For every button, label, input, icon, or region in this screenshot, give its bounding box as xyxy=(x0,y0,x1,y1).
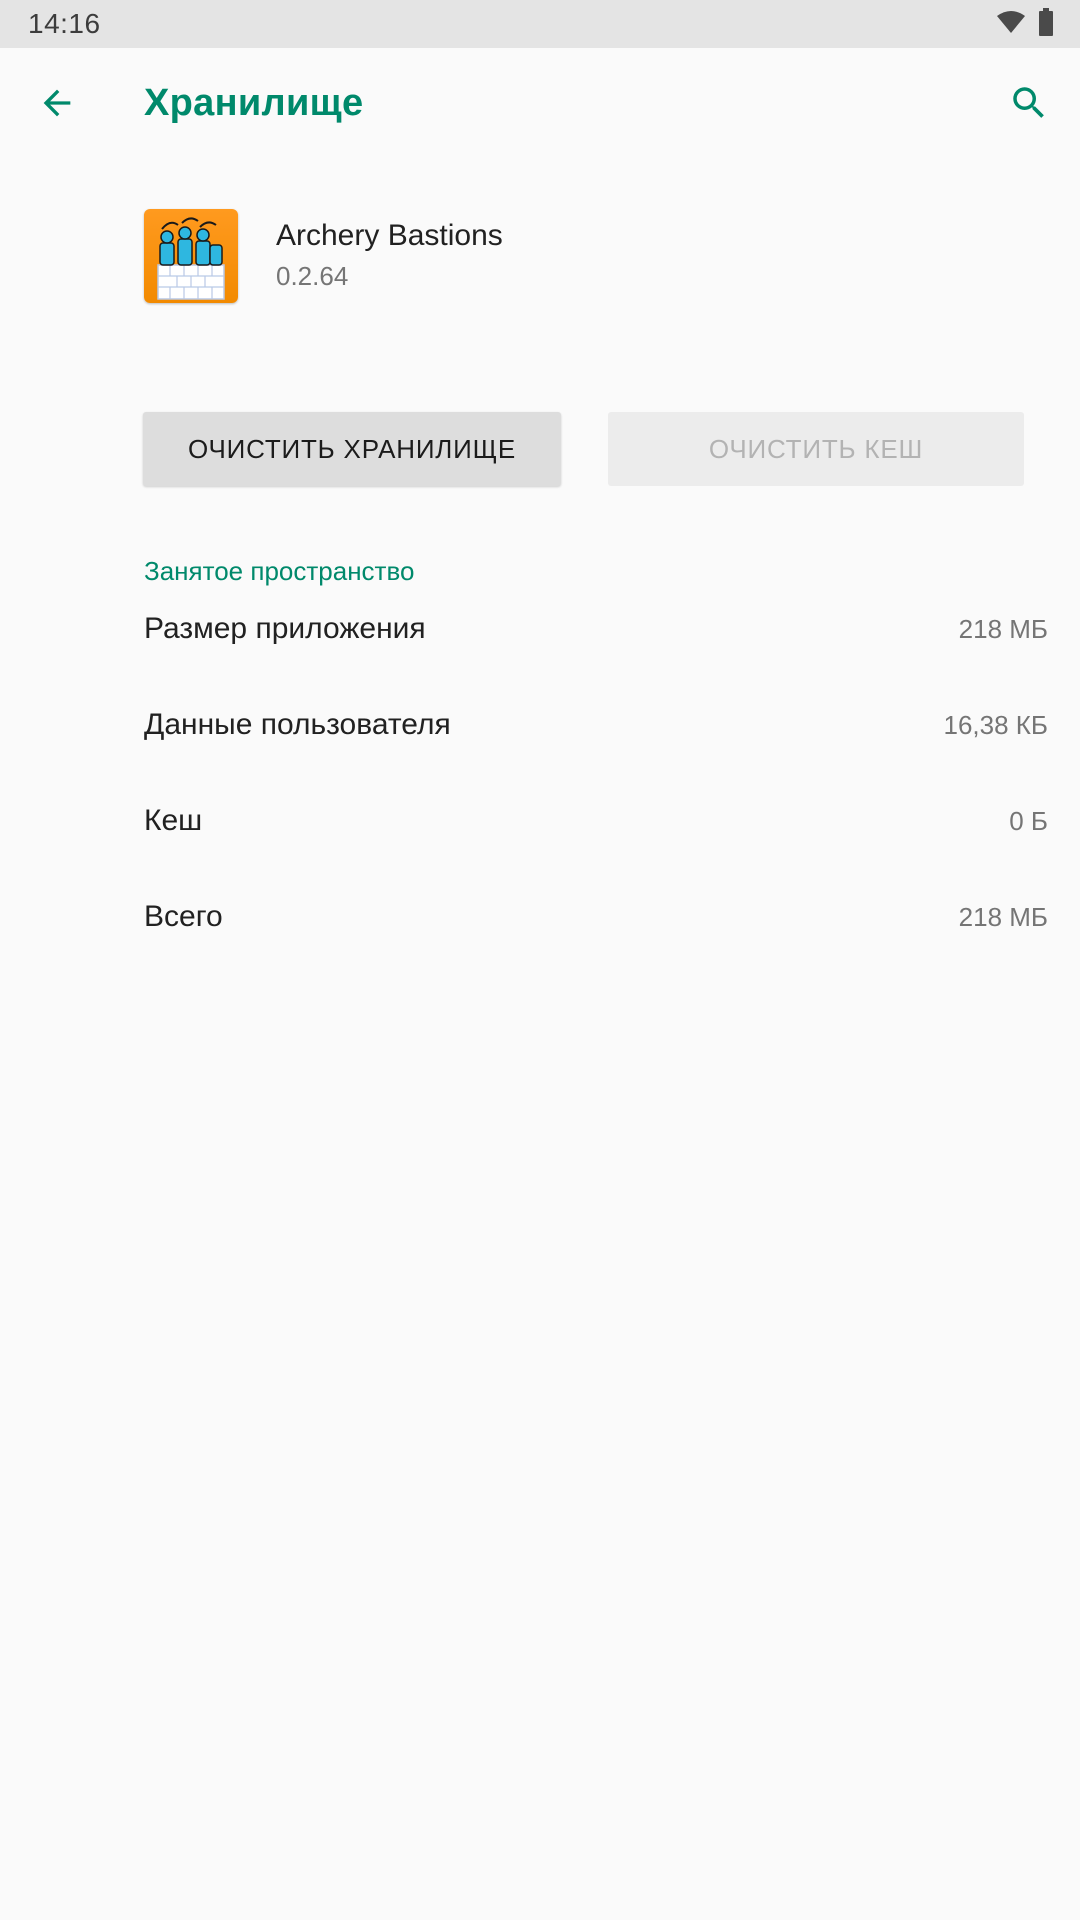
app-version: 0.2.64 xyxy=(276,261,349,291)
storage-row-label: Данные пользователя xyxy=(144,708,451,741)
archery-bastions-app-icon xyxy=(144,209,238,303)
app-info: Archery Bastions 0.2.64 xyxy=(276,216,503,296)
status-icons xyxy=(996,7,1054,41)
storage-row-user-data: Данные пользователя 16,38 КБ xyxy=(144,700,1048,750)
wifi-icon xyxy=(996,10,1026,39)
page-title: Хранилище xyxy=(144,82,364,124)
arrow-back-icon xyxy=(37,83,77,128)
storage-row-label: Всего xyxy=(144,900,223,933)
search-button[interactable] xyxy=(992,68,1066,142)
storage-row-total: Всего 218 МБ xyxy=(144,892,1048,942)
storage-row-value: 218 МБ xyxy=(958,901,1048,932)
app-header: Archery Bastions 0.2.64 xyxy=(144,208,503,304)
clear-cache-button[interactable]: ОЧИСТИТЬ КЕШ xyxy=(608,412,1024,486)
battery-icon xyxy=(1038,7,1054,41)
storage-row-value: 218 МБ xyxy=(958,613,1048,644)
status-bar: 14:16 xyxy=(0,0,1080,48)
storage-row-value: 0 Б xyxy=(1009,805,1048,836)
storage-row-cache: Кеш 0 Б xyxy=(144,796,1048,846)
storage-row-app-size: Размер приложения 218 МБ xyxy=(144,604,1048,654)
back-button[interactable] xyxy=(20,68,94,142)
clear-storage-button[interactable]: ОЧИСТИТЬ ХРАНИЛИЩЕ xyxy=(143,412,561,486)
app-name: Archery Bastions xyxy=(276,219,503,252)
storage-row-value: 16,38 КБ xyxy=(943,709,1049,740)
section-header-used-space: Занятое пространство xyxy=(144,556,415,586)
app-bar: Хранилище xyxy=(0,48,1080,166)
storage-row-label: Размер приложения xyxy=(144,612,426,645)
storage-row-label: Кеш xyxy=(144,804,203,837)
search-icon xyxy=(1008,82,1050,129)
status-time: 14:16 xyxy=(28,8,101,39)
